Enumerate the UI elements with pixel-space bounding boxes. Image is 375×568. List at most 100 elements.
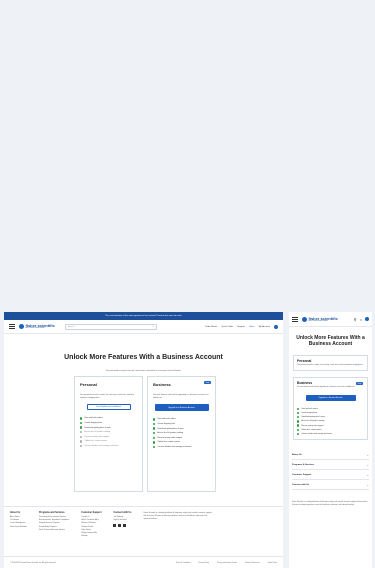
feature-label: Download quoting docs & more	[301, 416, 325, 419]
accordion-support[interactable]: Customer Support ⌄	[292, 470, 369, 481]
footer-col-title: Customer Support	[81, 512, 102, 514]
feature-item: Connect leaders and manage purchases	[153, 445, 210, 450]
menu-icon[interactable]	[292, 316, 298, 322]
footer-col-about: About Us About Fisher Our Mission Career M…	[10, 512, 27, 538]
accordion-connect[interactable]: Connect with Us ⌄	[292, 480, 369, 491]
nav-my-account[interactable]: My Account	[259, 326, 270, 328]
chevron-down-icon: ⌄	[366, 482, 369, 487]
footer-link[interactable]: Sitemap	[81, 535, 101, 538]
footer-link[interactable]: Fisher Science Education Services	[39, 529, 69, 532]
feature-item: Connect leaders and manage purchases	[297, 432, 364, 436]
feature-label: Create shopping lists	[301, 412, 318, 415]
personal-title: Personal	[297, 359, 312, 363]
nav-offers[interactable]: Offers	[249, 326, 255, 328]
help-badge[interactable]: Help	[204, 381, 211, 384]
check-icon	[297, 428, 300, 432]
page-title: Unlock More Features With a Business Acc…	[64, 354, 223, 361]
legal-link[interactable]: Cookie Preferences	[245, 562, 260, 564]
check-icon	[153, 441, 156, 444]
empty-circle-icon	[80, 440, 83, 443]
business-features: View and track orders Create shopping lis…	[153, 417, 210, 449]
nav-support[interactable]: Support	[237, 326, 245, 328]
footer-col-programs: Programs and Services Purchasing & Procu…	[39, 512, 69, 538]
search-input[interactable]: Search ⚲	[64, 323, 157, 330]
check-icon	[80, 421, 83, 425]
dashboard-button[interactable]: Go to My Account Dashboard	[86, 404, 131, 411]
mobile-footer-accordion: About Us ⌄ Programs & Services ⌄ Customer …	[292, 450, 369, 491]
chevron-down-icon: ⌄	[366, 452, 369, 457]
chevron-down-icon: ⌄	[366, 472, 369, 477]
mobile-personal-card: Personal Your personal account is ready.…	[293, 355, 368, 372]
upgrade-button[interactable]: Upgrade to a Business Account	[305, 394, 356, 401]
brand-name: fisher scientific	[308, 315, 338, 321]
menu-icon[interactable]	[9, 324, 15, 329]
check-icon	[297, 420, 300, 423]
feature-label: View and track orders	[301, 407, 318, 410]
feature-label: Create shopping lists	[84, 422, 103, 425]
accordion-programs[interactable]: Programs & Services ⌄	[292, 460, 369, 471]
mobile-header-icons: ⚲ ○	[354, 317, 369, 322]
facebook-icon[interactable]	[113, 524, 117, 528]
legal-link[interactable]: Sales Policy	[268, 562, 277, 564]
feature-item: Connect leaders and manage purchases	[80, 444, 137, 449]
brand-tagline: part of Thermo Fisher Scientific	[308, 320, 328, 322]
upgrade-button[interactable]: Upgrade to a Business Account	[154, 404, 209, 412]
legal-bar: © 2023-2024 Thermo Fisher Scientific Inc…	[4, 556, 283, 568]
footer-description: Fisher Scientific is a leading distribut…	[143, 512, 212, 520]
feature-label: Connect leaders and manage purchases	[301, 433, 332, 436]
feature-label: Obtain fast, custom quotes	[157, 441, 180, 444]
account-icon[interactable]: ○	[360, 317, 362, 322]
nav-quick-order[interactable]: Quick Order	[221, 326, 233, 328]
feature-label: Access the full product catalog	[157, 432, 184, 435]
empty-circle-icon	[80, 444, 83, 448]
business-title: Business	[153, 382, 171, 387]
feature-label: Receive priority sales support	[157, 436, 183, 439]
legal-link[interactable]: Privacy Information Center	[217, 562, 237, 564]
accordion-about[interactable]: About Us ⌄	[292, 450, 369, 461]
footer-link[interactable]: Fisher Portal Solutions	[10, 526, 27, 529]
help-badge[interactable]: Help	[356, 382, 363, 386]
footer: About Us About Fisher Our Mission Career M…	[4, 506, 283, 543]
page-subtitle: Your personal account is set up! Learn h…	[105, 370, 182, 372]
mobile-business-card: Business Help Get more features and tool…	[293, 377, 368, 441]
cart-icon[interactable]	[274, 324, 278, 329]
header-bar: fisher scientific part of Thermo Fisher …	[4, 320, 283, 334]
feature-label: Obtain fast, custom quotes	[301, 428, 322, 431]
brand-logo[interactable]: fisher scientific part of Thermo Fisher …	[302, 315, 338, 322]
check-icon	[80, 426, 83, 429]
mobile-page-title: Unlock More Features With a Business Acc…	[296, 335, 365, 347]
top-nav: Order Status Quick Order Support Offers …	[205, 324, 278, 329]
x-icon[interactable]	[123, 524, 127, 528]
promo-banner[interactable]: The next iteration of the web experience…	[4, 312, 283, 320]
feature-label: View and track orders	[157, 418, 176, 421]
empty-circle-icon	[80, 435, 83, 439]
copyright: © 2023-2024 Thermo Fisher Scientific Inc…	[10, 561, 56, 564]
brand-logo[interactable]: fisher scientific part of Thermo Fisher …	[19, 324, 55, 329]
footer-link[interactable]: Sign Up for Email	[113, 519, 131, 522]
business-features: View and track orders Create shopping lis…	[297, 407, 364, 436]
footer-col-support: Customer Support Contact Us Help & Custom…	[81, 512, 101, 538]
feature-label: Connect leaders and manage purchases	[84, 445, 119, 448]
nav-order-status[interactable]: Order Status	[205, 326, 217, 328]
accordion-label: Programs & Services	[292, 463, 315, 466]
feature-label: Download quoting docs & more	[84, 426, 111, 429]
feature-label: Receive priority sales support	[84, 435, 110, 438]
check-icon	[297, 416, 300, 419]
cart-icon[interactable]	[365, 317, 369, 321]
footer-col-title: Programs and Services	[38, 512, 65, 514]
check-icon	[153, 436, 156, 440]
legal-link[interactable]: Privacy Policy	[198, 562, 209, 564]
business-desc: Get more features and tools by upgrading…	[153, 394, 209, 399]
social-icons	[113, 524, 131, 528]
feature-label: Connect leaders and manage purchases	[157, 446, 192, 449]
legal-link[interactable]: Terms & Conditions	[176, 562, 191, 564]
search-icon[interactable]: ⚲	[152, 326, 153, 328]
feature-label: Download quoting docs & more	[157, 427, 184, 430]
footer-col-title: Connect with Us	[113, 512, 132, 514]
search-icon[interactable]: ⚲	[354, 317, 357, 322]
linkedin-icon[interactable]	[118, 524, 122, 528]
feature-label: View and track orders	[84, 417, 103, 420]
desktop-view: The next iteration of the web experience…	[4, 312, 283, 568]
feature-label: Access the full product catalog	[84, 431, 111, 434]
check-icon	[297, 411, 300, 415]
